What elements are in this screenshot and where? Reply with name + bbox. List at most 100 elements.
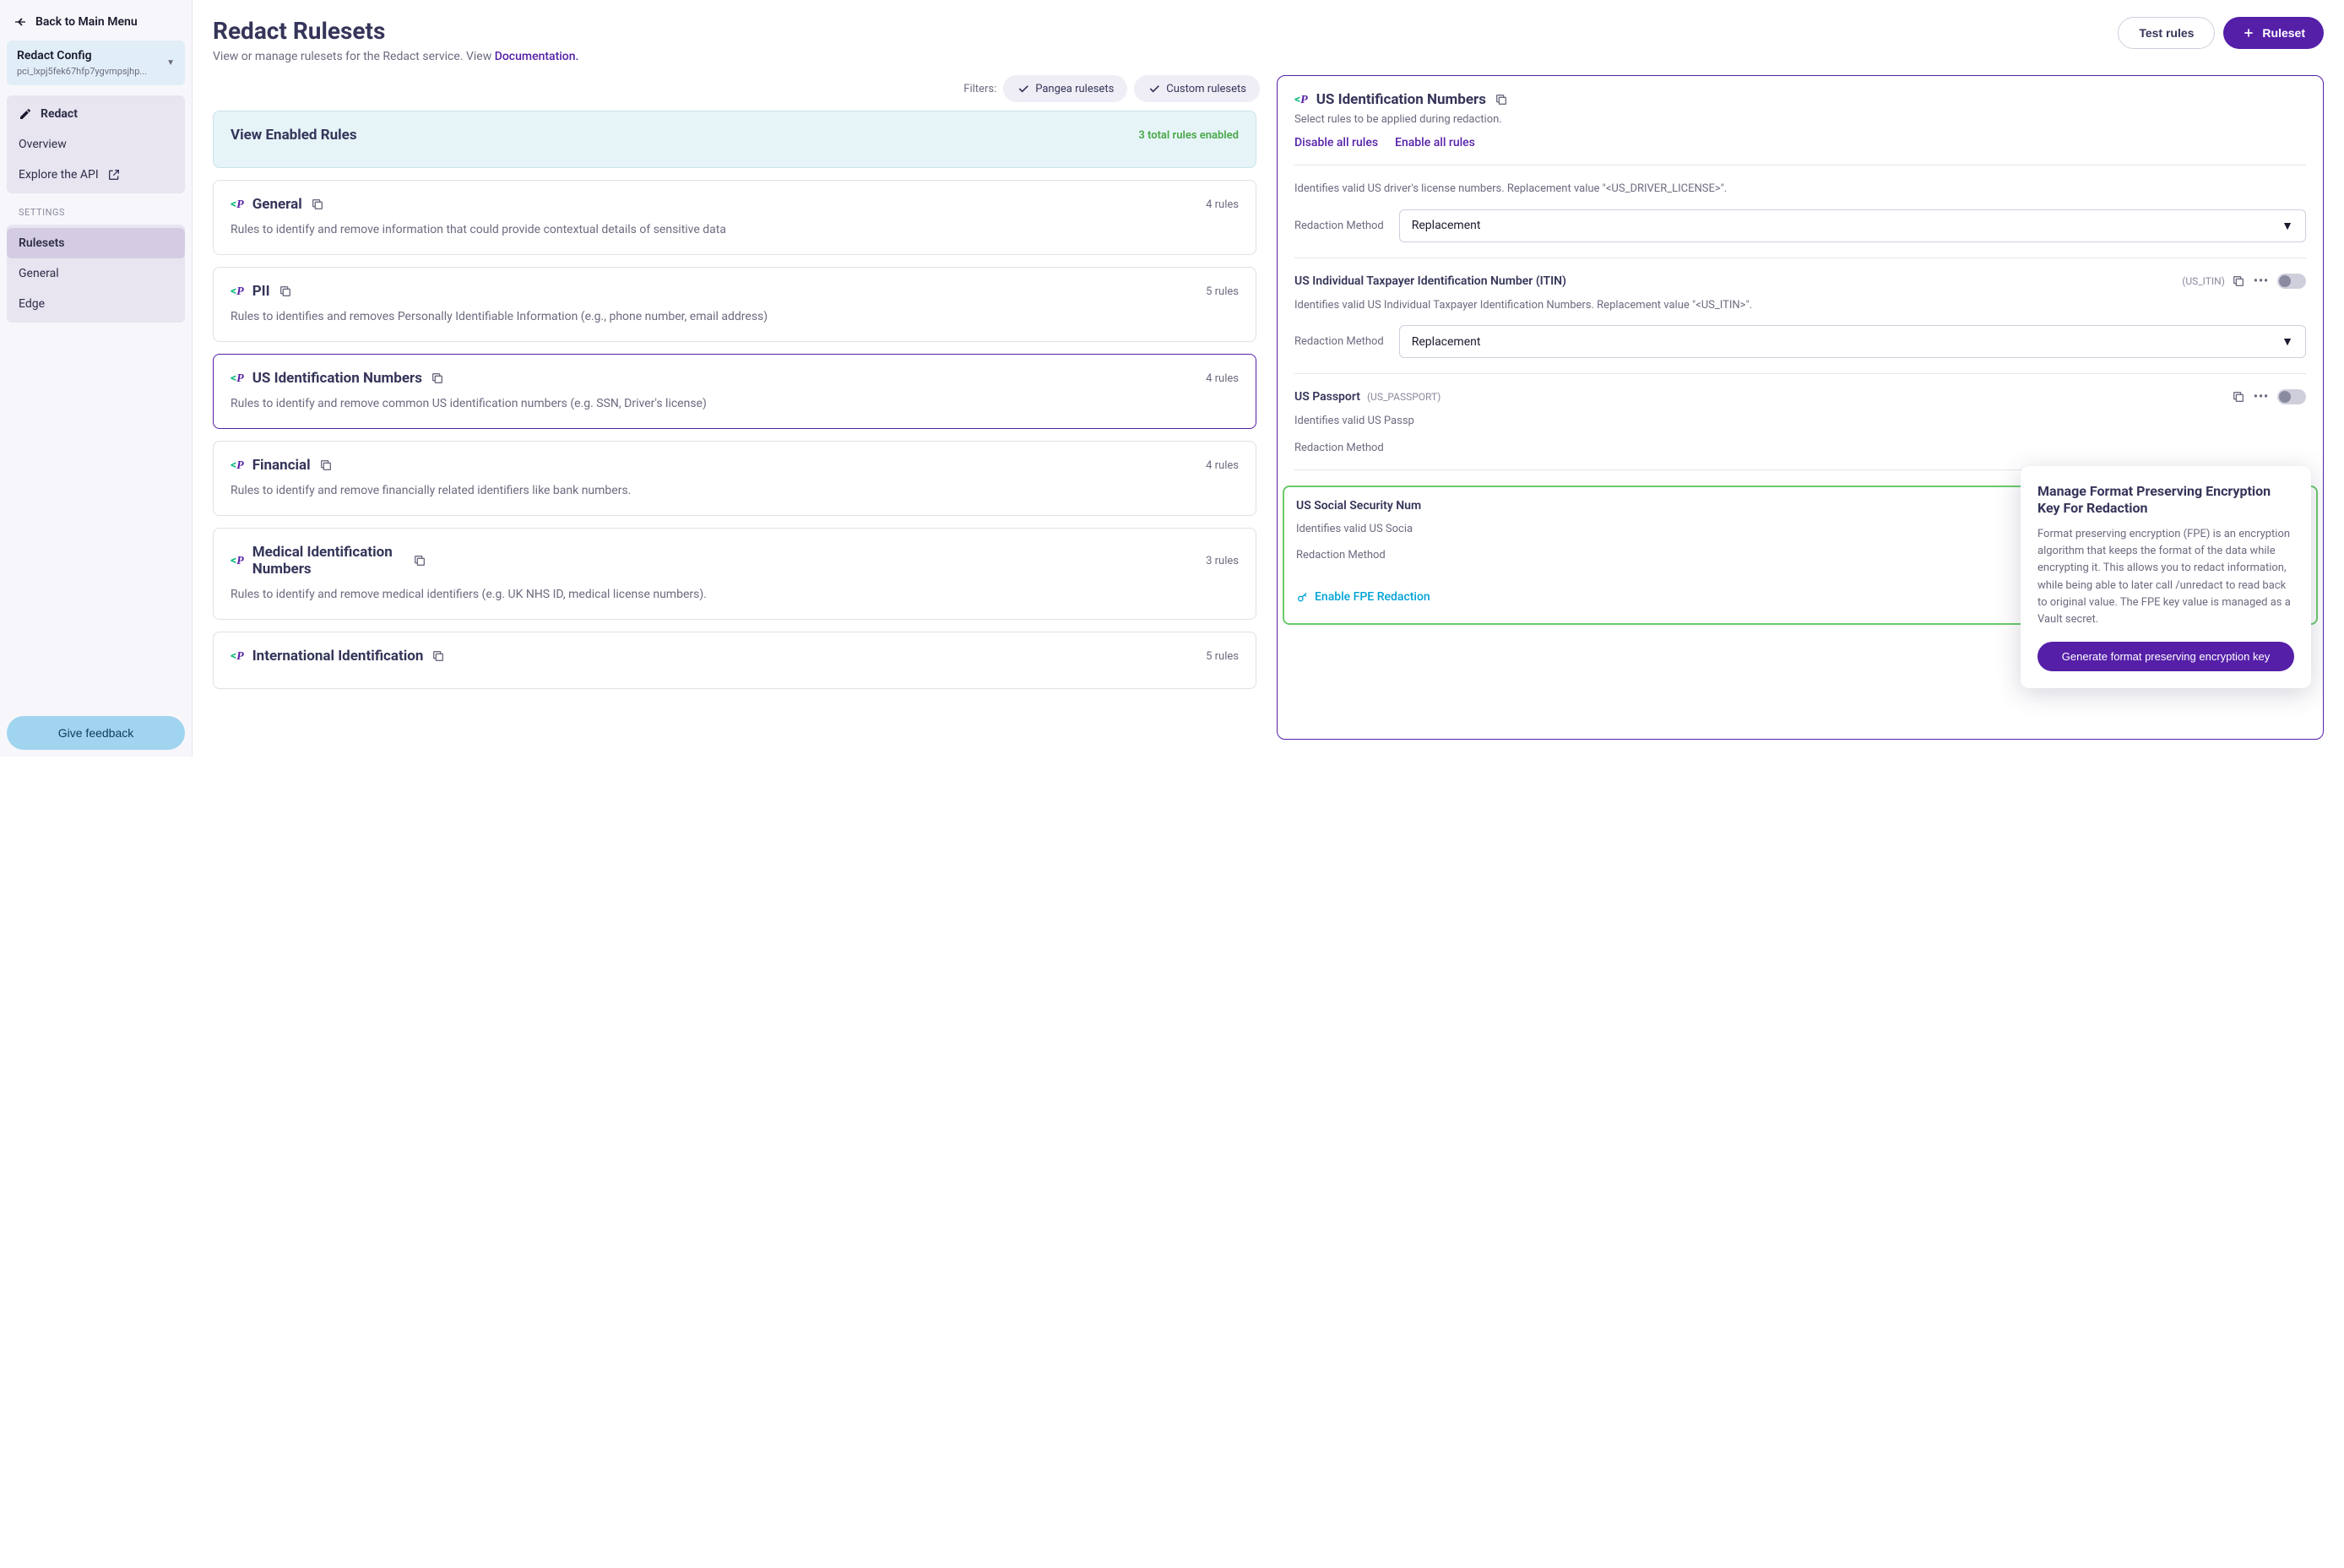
generate-fpe-key-button[interactable]: Generate format preserving encryption ke… (2037, 642, 2294, 671)
copy-icon[interactable] (431, 372, 444, 385)
method-label: Redaction Method (1294, 335, 1384, 348)
nav-block-service: Redact Overview Explore the API (7, 95, 185, 193)
filters-label: Filters: (963, 83, 996, 95)
copy-icon[interactable] (1495, 93, 1508, 106)
method-select[interactable]: Replacement ▼ (1399, 325, 2306, 358)
disable-all-link[interactable]: Disable all rules (1294, 136, 1378, 149)
rule-itin: US Individual Taxpayer Identification Nu… (1294, 274, 2306, 359)
pangea-icon (231, 649, 244, 664)
test-rules-button[interactable]: Test rules (2118, 17, 2215, 49)
card-title: Medical Identification Numbers (252, 544, 404, 578)
rule-driver-license: Identifies valid US driver's license num… (1294, 181, 2306, 242)
detail-subtitle: Select rules to be applied during redact… (1294, 113, 2306, 126)
rule-code: (US_ITIN) (2182, 275, 2225, 287)
plus-icon (2242, 26, 2255, 40)
pangea-icon (231, 198, 244, 212)
rule-name: US Individual Taxpayer Identification Nu… (1294, 274, 2175, 288)
nav-overview-label: Overview (19, 138, 67, 151)
card-general[interactable]: General 4 rules Rules to identify and re… (213, 180, 1256, 255)
nav-general[interactable]: General (7, 258, 185, 289)
method-label: Redaction Method (1294, 442, 1384, 454)
enable-fpe-link[interactable]: Enable FPE Redaction (1296, 590, 1430, 604)
page-title: Redact Rulesets (213, 17, 578, 45)
method-label: Redaction Method (1294, 220, 1384, 232)
card-title: Financial (252, 457, 311, 474)
chevron-down-icon: ▼ (166, 58, 175, 68)
copy-icon[interactable] (279, 285, 292, 298)
card-count: 5 rules (1206, 650, 1239, 663)
rule-toggle[interactable] (2277, 389, 2306, 404)
rule-toggle[interactable] (2277, 274, 2306, 289)
copy-icon[interactable] (431, 649, 445, 663)
sidebar: Back to Main Menu Redact Config pci_lxpj… (0, 0, 193, 757)
card-medical[interactable]: Medical Identification Numbers 3 rules R… (213, 528, 1256, 620)
chevron-down-icon: ▼ (2282, 334, 2293, 349)
nav-redact[interactable]: Redact (7, 99, 185, 129)
more-icon[interactable]: ••• (2254, 390, 2269, 404)
method-select[interactable]: Replacement ▼ (1399, 209, 2306, 242)
card-count: 4 rules (1206, 198, 1239, 211)
config-selector[interactable]: Redact Config pci_lxpj5fek67hfp7ygvmpsjh… (7, 41, 185, 85)
copy-icon[interactable] (2232, 274, 2245, 288)
nav-redact-label: Redact (41, 107, 78, 121)
divider (1294, 373, 2306, 374)
pangea-icon (231, 285, 244, 299)
card-usid[interactable]: US Identification Numbers 4 rules Rules … (213, 354, 1256, 429)
ruleset-list[interactable]: View Enabled Rules 3 total rules enabled… (213, 111, 1260, 740)
rule-passport: US Passport (US_PASSPORT) ••• Identifies… (1294, 389, 2306, 454)
nav-edge[interactable]: Edge (7, 289, 185, 319)
copy-icon[interactable] (413, 554, 426, 567)
card-count: 5 rules (1206, 285, 1239, 298)
more-icon[interactable]: ••• (2254, 274, 2269, 288)
nav-rulesets[interactable]: Rulesets (7, 228, 185, 258)
back-label: Back to Main Menu (35, 15, 138, 29)
card-desc: Rules to identify and remove medical ide… (231, 586, 1239, 604)
nav-explore-api[interactable]: Explore the API (7, 160, 185, 190)
card-financial[interactable]: Financial 4 rules Rules to identify and … (213, 441, 1256, 516)
card-title: View Enabled Rules (231, 127, 357, 144)
key-icon (1296, 590, 1310, 604)
card-desc: Rules to identify and remove common US i… (231, 395, 1239, 413)
copy-icon[interactable] (319, 458, 333, 472)
enable-all-link[interactable]: Enable all rules (1395, 136, 1475, 149)
copy-icon[interactable] (311, 198, 324, 211)
back-to-main-link[interactable]: Back to Main Menu (7, 7, 185, 41)
card-desc: Rules to identify and remove information… (231, 221, 1239, 239)
detail-panel: US Identification Numbers Select rules t… (1277, 75, 2324, 740)
card-desc: Rules to identify and remove financially… (231, 482, 1239, 500)
card-enabled-rules[interactable]: View Enabled Rules 3 total rules enabled (213, 111, 1256, 168)
main: Redact Rulesets View or manage rulesets … (193, 0, 2344, 757)
rule-desc: Identifies valid US driver's license num… (1294, 181, 2306, 198)
card-count: 3 total rules enabled (1138, 129, 1239, 142)
pangea-icon (231, 554, 244, 568)
page-header: Redact Rulesets View or manage rulesets … (213, 17, 2324, 63)
nav-explore-label: Explore the API (19, 168, 99, 182)
config-id: pci_lxpj5fek67hfp7ygvmpsjhp... (17, 66, 147, 77)
documentation-link[interactable]: Documentation. (495, 50, 579, 63)
arrow-left-icon (14, 15, 27, 29)
filter-custom-chip[interactable]: Custom rulesets (1134, 75, 1260, 102)
pangea-icon (231, 372, 244, 386)
card-pii[interactable]: PII 5 rules Rules to identifies and remo… (213, 267, 1256, 342)
filter-pangea-chip[interactable]: Pangea rulesets (1003, 75, 1127, 102)
copy-icon[interactable] (2232, 390, 2245, 404)
detail-title: US Identification Numbers (1316, 91, 1486, 108)
new-ruleset-button[interactable]: Ruleset (2223, 17, 2324, 49)
card-title: General (252, 196, 302, 213)
config-label: Redact Config (17, 49, 147, 62)
filters-row: Filters: Pangea rulesets Custom rulesets (213, 75, 1260, 102)
nav-edge-label: Edge (19, 297, 45, 311)
fpe-popover: Manage Format Preserving Encryption Key … (2021, 466, 2311, 688)
page-subtitle: View or manage rulesets for the Redact s… (213, 50, 578, 63)
pangea-icon (231, 458, 244, 473)
nav-overview[interactable]: Overview (7, 129, 185, 160)
card-title: US Identification Numbers (252, 370, 422, 387)
give-feedback-button[interactable]: Give feedback (7, 716, 185, 750)
nav-rulesets-label: Rulesets (19, 236, 65, 250)
popover-body: Format preserving encryption (FPE) is an… (2037, 526, 2294, 628)
card-intl[interactable]: International Identification 5 rules (213, 632, 1256, 689)
card-title: International Identification (252, 648, 424, 665)
card-title: PII (252, 283, 270, 300)
pangea-icon (1294, 93, 1308, 107)
check-icon (1148, 82, 1161, 95)
